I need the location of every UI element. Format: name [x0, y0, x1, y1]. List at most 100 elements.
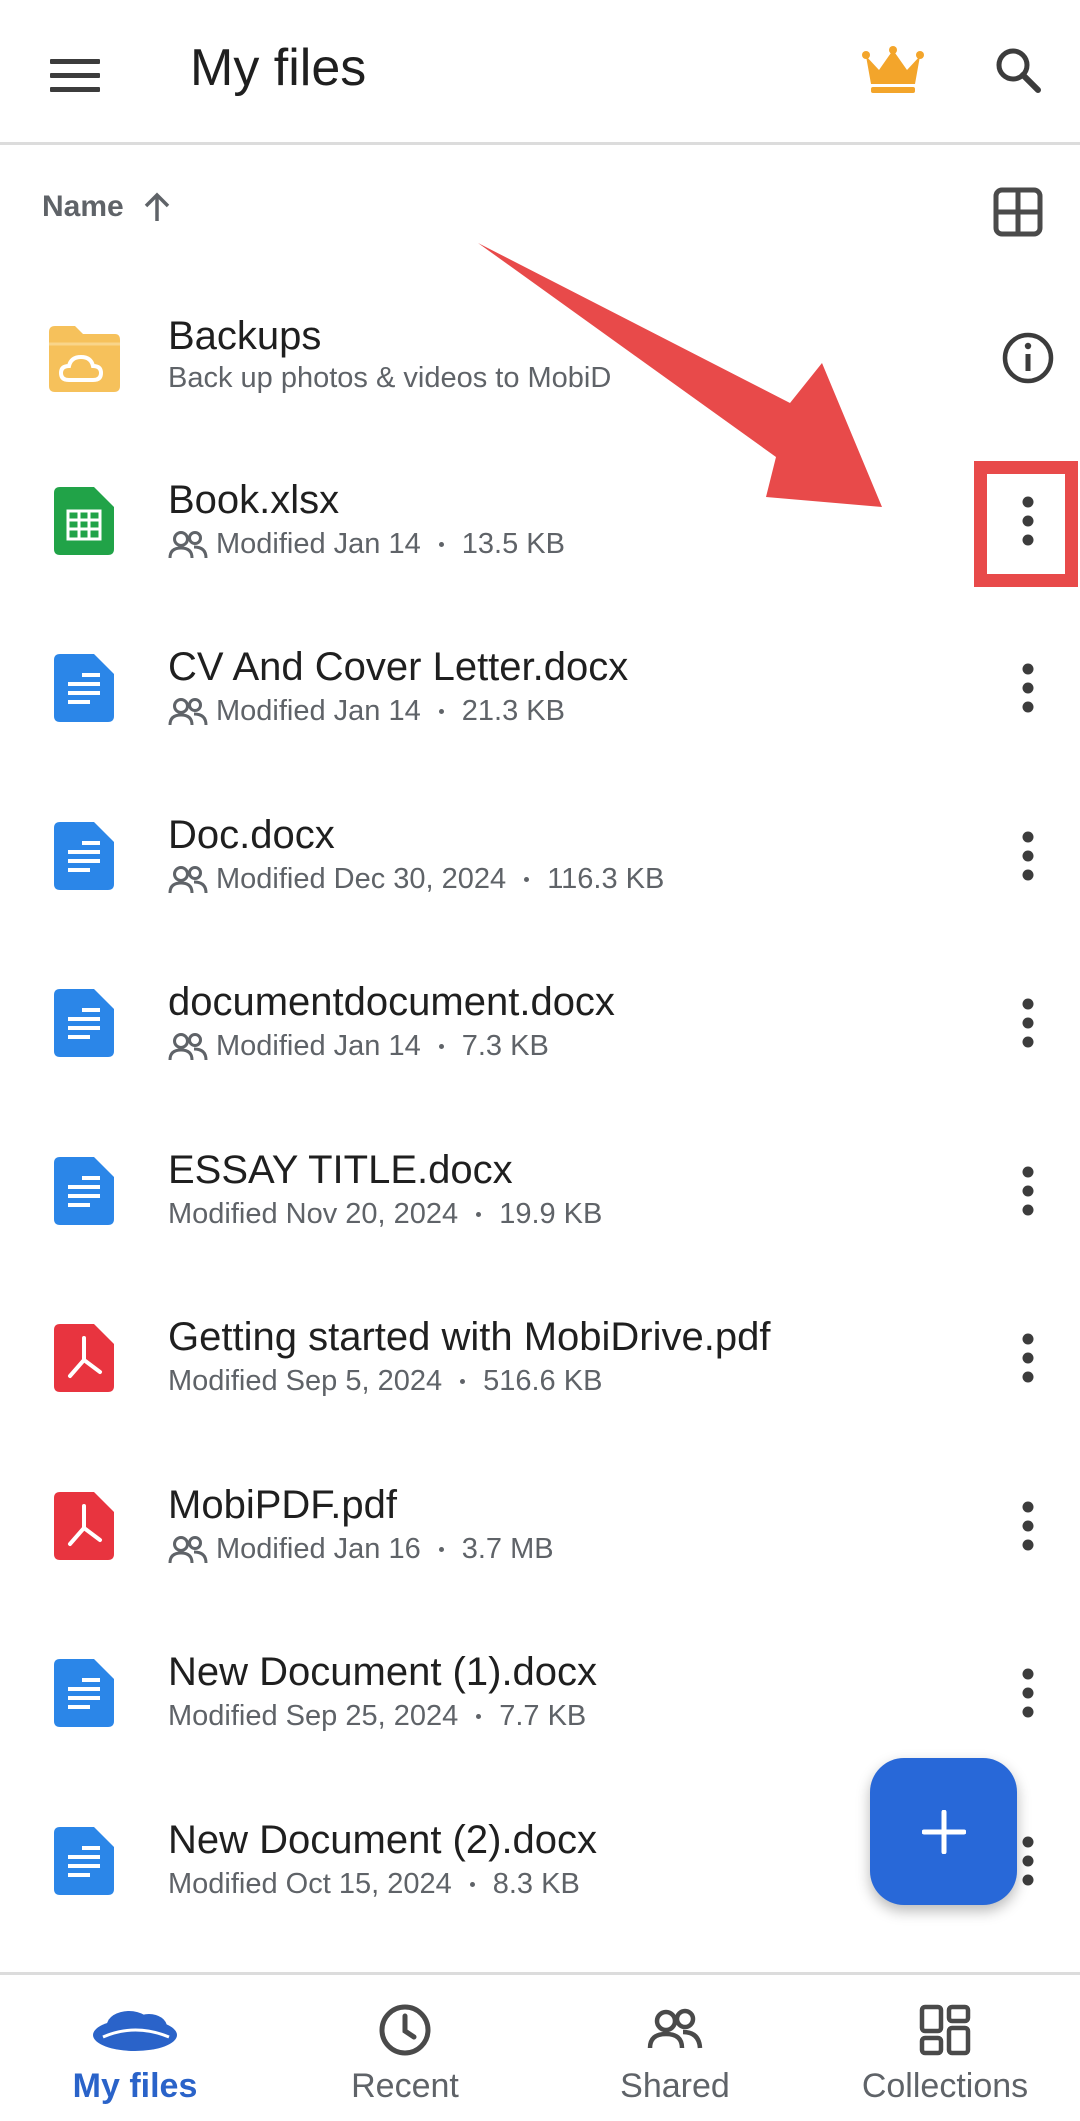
- file-type-icon: [44, 816, 124, 896]
- page-title: My files: [190, 39, 367, 97]
- crown-icon: [861, 46, 924, 93]
- file-name: Doc.docx: [168, 813, 335, 857]
- folder-cloud-icon: [49, 326, 120, 392]
- info-icon: [1002, 332, 1054, 384]
- pdf-icon: [54, 1324, 114, 1392]
- grid-view-button[interactable]: [988, 182, 1048, 242]
- clock-icon: [379, 2004, 431, 2056]
- file-meta: Modified Jan 14 21.3 KB: [168, 695, 565, 728]
- file-row[interactable]: Doc.docx Modified Dec 30, 2024 116.3 KB: [0, 755, 1080, 923]
- separator-dot: [438, 1547, 444, 1552]
- more-options-button[interactable]: [988, 1486, 1068, 1566]
- more-vertical-icon: [1022, 831, 1034, 881]
- modified-date: Modified Oct 15, 2024: [168, 1868, 452, 1900]
- more-vertical-icon: [1022, 998, 1034, 1048]
- sort-by-name-button[interactable]: Name: [42, 190, 172, 224]
- grid-view-icon: [993, 187, 1043, 237]
- file-meta: Modified Sep 25, 2024 7.7 KB: [168, 1700, 586, 1733]
- file-type-icon: [44, 1486, 124, 1566]
- file-size: 7.7 KB: [499, 1700, 587, 1732]
- file-meta: Modified Jan 14 13.5 KB: [168, 528, 565, 561]
- modified-date: Modified Nov 20, 2024: [168, 1198, 459, 1230]
- file-name: Backups: [168, 314, 322, 358]
- shared-people-icon: [168, 697, 208, 725]
- file-row[interactable]: ESSAY TITLE.docx Modified Nov 20, 2024 19.…: [0, 1090, 1080, 1258]
- modified-date: Modified Dec 30, 2024: [216, 863, 507, 895]
- file-row[interactable]: New Document (1).docx Modified Sep 25, 20…: [0, 1592, 1080, 1760]
- menu-button[interactable]: [40, 40, 110, 110]
- file-name: Getting started with MobiDrive.pdf: [168, 1315, 771, 1359]
- search-button[interactable]: [980, 35, 1055, 105]
- nav-recent[interactable]: Recent: [270, 1975, 540, 2121]
- modified-date: Modified Jan 16: [216, 1533, 421, 1565]
- sort-label: Name: [42, 190, 124, 223]
- file-row[interactable]: CV And Cover Letter.docx Modified Jan 14 2…: [0, 587, 1080, 755]
- file-size: 19.9 KB: [499, 1198, 603, 1230]
- modified-date: Modified Jan 14: [216, 695, 421, 727]
- more-options-button[interactable]: [988, 816, 1068, 896]
- modified-date: Modified Jan 14: [216, 528, 421, 560]
- nav-my-files[interactable]: My files: [0, 1975, 270, 2121]
- modified-date: Modified Sep 25, 2024: [168, 1700, 459, 1732]
- more-vertical-icon: [1022, 1166, 1034, 1216]
- separator-dot: [460, 1379, 466, 1384]
- more-options-button[interactable]: [988, 1318, 1068, 1398]
- spreadsheet-icon: [54, 487, 114, 555]
- file-row[interactable]: MobiPDF.pdf Modified Jan 16 3.7 MB: [0, 1425, 1080, 1593]
- more-vertical-icon: [1022, 1501, 1034, 1551]
- nav-shared[interactable]: Shared: [540, 1975, 810, 2121]
- annotation-highlight-box: [974, 461, 1078, 587]
- file-size: 8.3 KB: [492, 1868, 580, 1900]
- collections-icon: [919, 2004, 971, 2056]
- file-type-icon: [44, 481, 124, 561]
- file-name: documentdocument.docx: [168, 980, 615, 1024]
- file-type-icon: [44, 1318, 124, 1398]
- file-meta: Modified Jan 16 3.7 MB: [168, 1533, 554, 1566]
- file-size: 21.3 KB: [461, 695, 565, 727]
- file-name: New Document (2).docx: [168, 1818, 598, 1862]
- nav-label: My files: [72, 2067, 198, 2105]
- shared-people-icon: [168, 1032, 208, 1060]
- file-type-icon: [44, 983, 124, 1063]
- more-options-button[interactable]: [988, 1653, 1068, 1733]
- document-icon: [54, 822, 114, 890]
- pdf-icon: [54, 1492, 114, 1560]
- info-button[interactable]: [988, 318, 1068, 398]
- cloud-icon: [93, 2011, 177, 2051]
- file-meta: Modified Dec 30, 2024 116.3 KB: [168, 863, 664, 896]
- separator-dot: [438, 709, 444, 714]
- file-type-icon: [44, 1151, 124, 1231]
- file-row[interactable]: documentdocument.docx Modified Jan 14 7.3 …: [0, 922, 1080, 1090]
- file-name: MobiPDF.pdf: [168, 1483, 397, 1527]
- document-icon: [54, 989, 114, 1057]
- shared-people-icon: [168, 865, 208, 893]
- file-size: 13.5 KB: [461, 528, 565, 560]
- search-icon: [996, 48, 1041, 93]
- file-size: 116.3 KB: [547, 863, 665, 895]
- shared-people-icon: [168, 1535, 208, 1563]
- more-options-button[interactable]: [988, 983, 1068, 1063]
- file-type-icon: [44, 318, 124, 398]
- file-meta: Modified Sep 5, 2024 516.6 KB: [168, 1365, 602, 1398]
- premium-button[interactable]: [855, 35, 930, 105]
- file-name: ESSAY TITLE.docx: [168, 1148, 513, 1192]
- file-type-icon: [44, 1653, 124, 1733]
- more-vertical-icon: [1022, 1333, 1034, 1383]
- file-meta: Modified Oct 15, 2024 8.3 KB: [168, 1868, 580, 1901]
- file-row[interactable]: Getting started with MobiDrive.pdf Modifi…: [0, 1257, 1080, 1425]
- more-vertical-icon: [1022, 1668, 1034, 1718]
- nav-label: Collections: [861, 2067, 1029, 2105]
- separator-dot: [438, 1044, 444, 1049]
- annotation-arrow: [478, 243, 882, 507]
- modified-date: Modified Sep 5, 2024: [168, 1365, 443, 1397]
- arrow-up-icon: [144, 192, 169, 221]
- more-options-button[interactable]: [988, 1151, 1068, 1231]
- document-icon: [54, 1659, 114, 1727]
- file-size: 3.7 MB: [461, 1533, 554, 1565]
- nav-collections[interactable]: Collections: [810, 1975, 1080, 2121]
- nav-label: Shared: [620, 2067, 730, 2105]
- more-options-button[interactable]: [988, 648, 1068, 728]
- file-name: CV And Cover Letter.docx: [168, 645, 629, 689]
- add-button[interactable]: [870, 1758, 1017, 1905]
- file-type-icon: [44, 1821, 124, 1901]
